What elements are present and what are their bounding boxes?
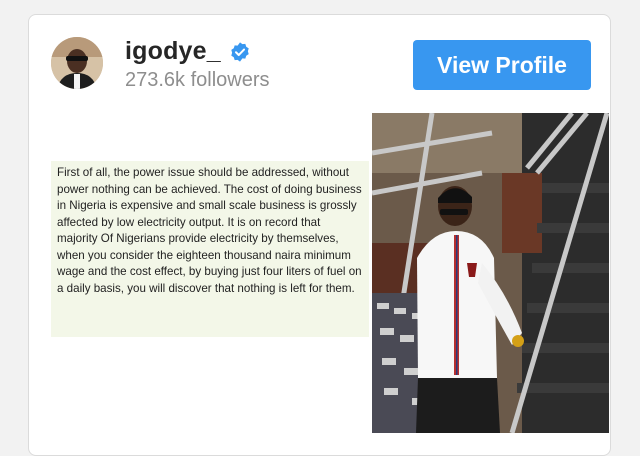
verified-badge-icon (231, 41, 249, 62)
follower-count: 273.6k followers (125, 69, 270, 91)
quote-box: First of all, the power issue should be … (51, 161, 369, 337)
post-image[interactable]: First of all, the power issue should be … (51, 113, 609, 433)
view-profile-button[interactable]: View Profile (413, 40, 591, 90)
quote-text: First of all, the power issue should be … (57, 166, 362, 295)
avatar[interactable] (51, 37, 103, 89)
profile-username-row[interactable]: igodye_ (125, 37, 251, 66)
username[interactable]: igodye_ (125, 37, 221, 66)
photo-illustration (372, 113, 609, 433)
post-photo (372, 113, 609, 433)
instagram-embed-card: igodye_ 273.6k followers View Profile Fi… (28, 14, 611, 456)
avatar-image (51, 37, 103, 89)
